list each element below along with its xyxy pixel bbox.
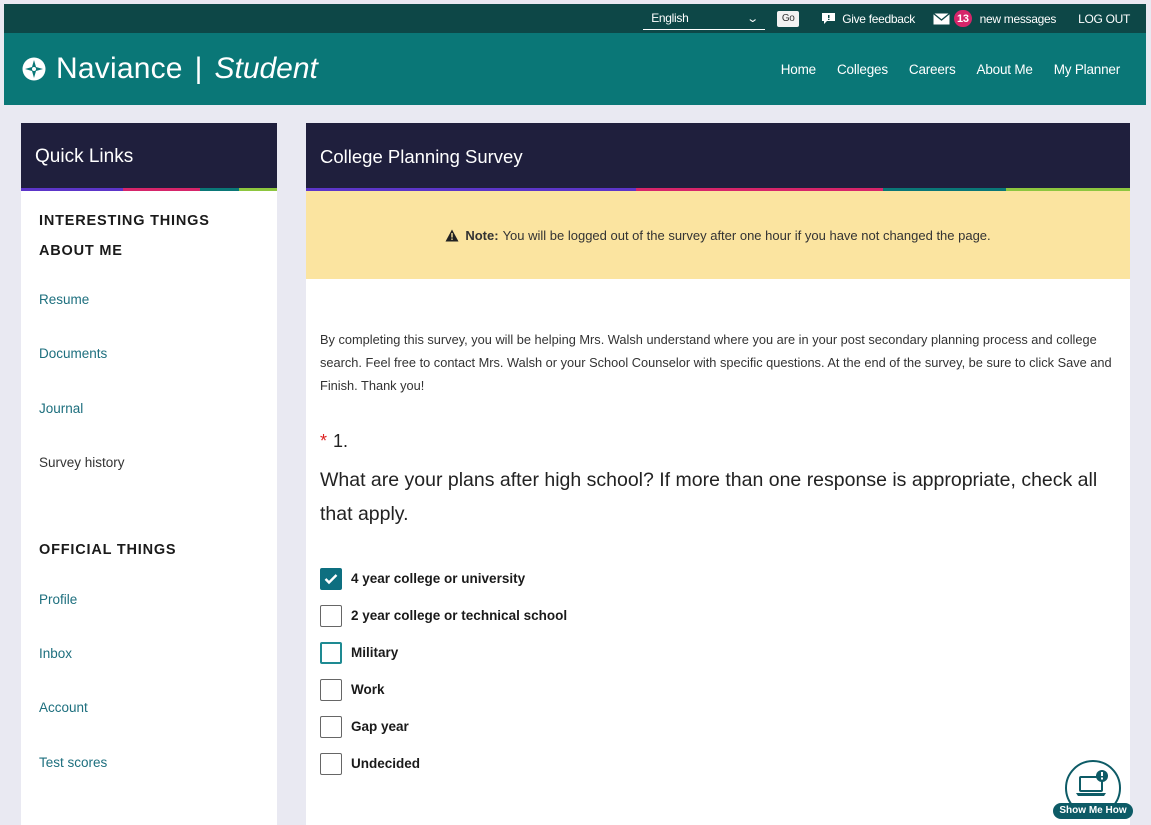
quick-links-header: Quick Links	[21, 123, 277, 191]
nav-my-planner[interactable]: My Planner	[1054, 62, 1120, 77]
logout-link[interactable]: LOG OUT	[1078, 12, 1130, 26]
option-label: Military	[351, 645, 399, 660]
chevron-down-icon: ⌄	[746, 12, 759, 25]
option-label: Work	[351, 682, 385, 697]
option-label: 4 year college or university	[351, 571, 526, 586]
survey-intro: By completing this survey, you will be h…	[320, 332, 1112, 393]
option-gap-year[interactable]: Gap year	[320, 708, 567, 745]
question-number-text: 1.	[333, 431, 349, 451]
language-select[interactable]: English ⌄	[643, 8, 766, 30]
section-title-interesting-things: INTERESTING THINGS ABOUT ME	[39, 213, 210, 259]
sidebar-link-journal[interactable]: Journal	[39, 401, 83, 416]
go-button[interactable]: Go	[777, 10, 800, 27]
give-feedback-label: Give feedback	[842, 11, 915, 26]
sidebar-link-inbox[interactable]: Inbox	[39, 646, 72, 661]
brand-name: Naviance	[56, 52, 183, 85]
option-label: 2 year college or technical school	[351, 608, 568, 623]
survey-header: College Planning Survey	[306, 123, 1130, 191]
checkbox[interactable]	[320, 715, 342, 738]
main-nav: Home Colleges Careers About Me My Planne…	[760, 62, 1120, 77]
option-2-year-college[interactable]: 2 year college or technical school	[320, 597, 567, 634]
main-header: Naviance | Student Home Colleges Careers…	[4, 33, 1146, 105]
compass-logo-icon	[22, 57, 46, 81]
nav-about-me[interactable]: About Me	[977, 62, 1033, 77]
nav-home[interactable]: Home	[781, 62, 816, 77]
option-4-year-college[interactable]: 4 year college or university	[320, 560, 567, 597]
messages-link[interactable]: 13 new messages	[933, 10, 1056, 27]
quick-links-title: Quick Links	[35, 146, 134, 167]
option-military[interactable]: Military	[320, 634, 567, 671]
checkbox[interactable]	[320, 678, 342, 701]
required-marker: *	[320, 431, 328, 451]
feedback-icon	[822, 13, 836, 24]
question-number: * 1.	[320, 431, 348, 452]
survey-panel: College Planning Survey Note: You will b…	[306, 123, 1130, 825]
brand-logo[interactable]: Naviance | Student	[22, 52, 318, 86]
logout-warning-note: Note: You will be logged out of the surv…	[306, 191, 1130, 279]
show-me-how-button[interactable]: Show Me How	[1053, 760, 1133, 820]
option-label: Gap year	[351, 719, 409, 734]
sidebar-link-account[interactable]: Account	[39, 700, 88, 715]
laptop-help-icon	[1076, 770, 1108, 796]
survey-title: College Planning Survey	[320, 146, 523, 167]
show-me-how-label: Show Me How	[1053, 803, 1133, 819]
checkbox-checked[interactable]	[320, 567, 342, 590]
header-color-stripe	[21, 188, 277, 191]
warning-icon	[445, 229, 459, 241]
question-text: What are your plans after high school? I…	[320, 469, 1098, 525]
nav-careers[interactable]: Careers	[909, 62, 956, 77]
note-prefix: Note:	[465, 227, 499, 243]
message-count-badge: 13	[954, 10, 972, 27]
sidebar-link-resume[interactable]: Resume	[39, 292, 89, 307]
utility-bar: English ⌄ Go Give feedback 13 new messag…	[4, 4, 1146, 33]
sidebar-link-test-scores[interactable]: Test scores	[39, 755, 107, 770]
section-title-official-things: OFFICIAL THINGS	[39, 542, 177, 558]
sidebar-link-profile[interactable]: Profile	[39, 592, 77, 607]
checkbox[interactable]	[320, 641, 342, 664]
brand-product: Student	[214, 52, 318, 85]
nav-colleges[interactable]: Colleges	[837, 62, 888, 77]
note-text: You will be logged out of the survey aft…	[502, 227, 991, 243]
mail-icon	[933, 12, 950, 24]
checkbox[interactable]	[320, 604, 342, 627]
brand-separator: |	[194, 52, 203, 85]
give-feedback-link[interactable]: Give feedback	[821, 12, 915, 26]
option-undecided[interactable]: Undecided	[320, 745, 567, 782]
checkmark-icon	[324, 573, 338, 584]
option-label: Undecided	[351, 756, 421, 771]
new-messages-label: new messages	[979, 11, 1057, 26]
answer-options: 4 year college or university 2 year coll…	[320, 560, 567, 782]
option-work[interactable]: Work	[320, 671, 567, 708]
sidebar-link-survey-history[interactable]: Survey history	[39, 455, 125, 470]
checkbox[interactable]	[320, 752, 342, 775]
sidebar-link-documents[interactable]: Documents	[39, 346, 107, 361]
language-select-value: English	[651, 11, 689, 25]
quick-links-panel: Quick Links INTERESTING THINGS ABOUT ME …	[21, 123, 277, 825]
